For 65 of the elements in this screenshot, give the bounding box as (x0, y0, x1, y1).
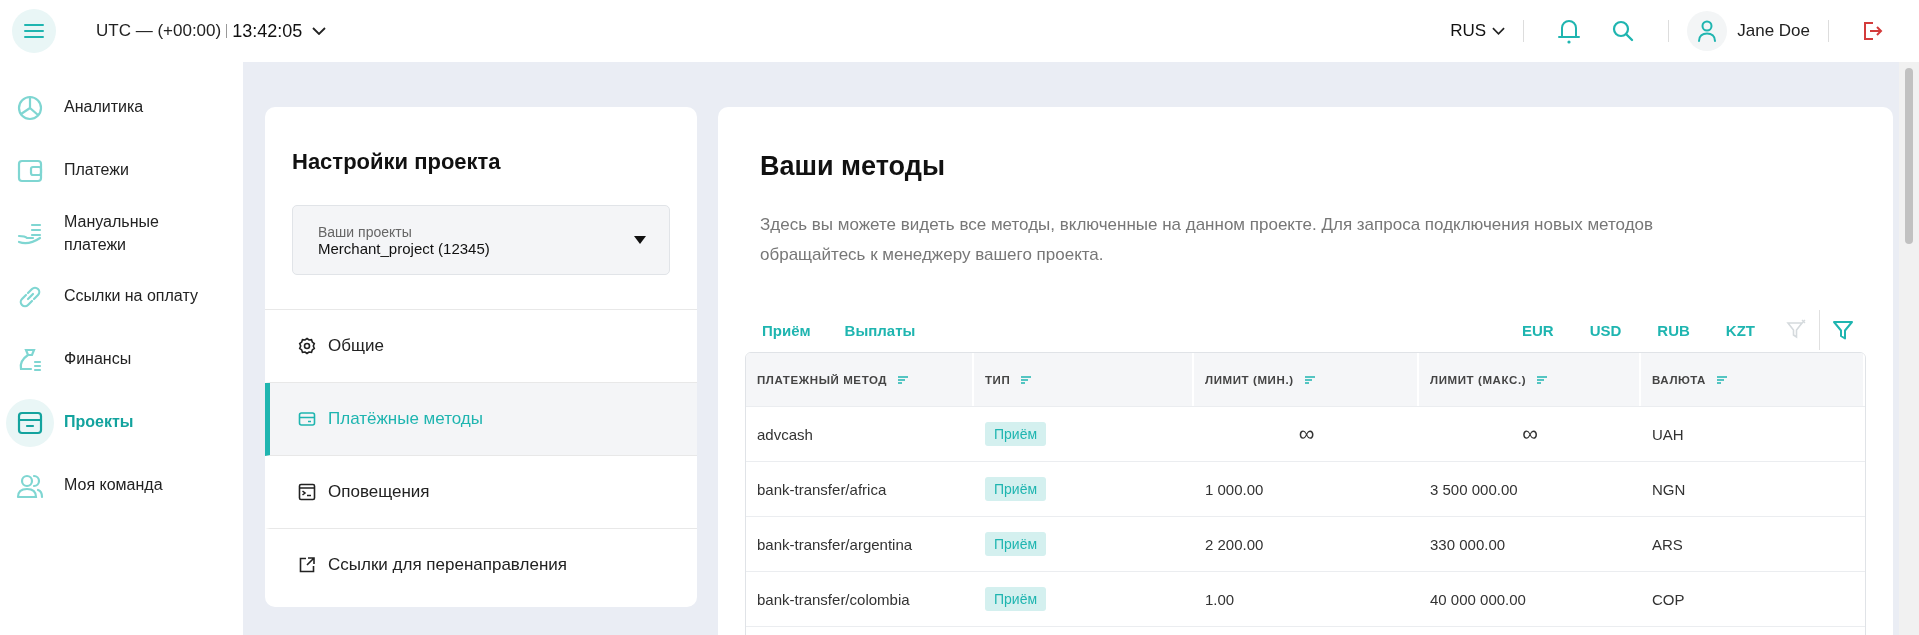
table-cell: 1.00 (1205, 590, 1235, 608)
clock-time: 13:42:05 (232, 20, 303, 42)
table-cell: advcash (757, 425, 813, 443)
table-cell: 2 200.00 (1205, 535, 1264, 553)
project-select[interactable]: Ваши проекты Merchant_project (12345) (292, 205, 670, 275)
table-cell: UAH (1652, 425, 1684, 443)
table-cell: 3 500 000.00 (1430, 480, 1518, 498)
user-avatar[interactable] (1687, 11, 1728, 51)
column-header[interactable]: ТИП (974, 353, 1194, 406)
clear-filter-icon[interactable] (1785, 319, 1807, 341)
type-tag: Приём (985, 422, 1047, 446)
sidebar-item[interactable]: Ссылки на оплату (0, 265, 243, 328)
scrollbar[interactable] (1899, 62, 1919, 635)
person-icon (1697, 20, 1718, 42)
sidebar-item[interactable]: Финансы (0, 328, 243, 391)
sort-icon[interactable] (1716, 374, 1729, 385)
sidebar-item[interactable]: Аналитика (0, 76, 243, 139)
column-header[interactable]: ЛИМИТ (МИН.) (1194, 353, 1419, 406)
table-cell: bank-transfer/colombia (757, 590, 910, 608)
chevron-down-icon (1492, 27, 1506, 35)
table-cell: 330 000.00 (1430, 535, 1506, 553)
column-header[interactable]: ВАЛЮТА (1641, 353, 1865, 406)
methods-title: Ваши методы (760, 151, 946, 182)
settings-menu-item[interactable]: Ссылки для перенаправления (265, 529, 697, 601)
menu-button[interactable] (12, 9, 56, 53)
table-cell: NGN (1652, 480, 1686, 498)
table-cell: 40 000 000.00 (1430, 590, 1526, 608)
dropdown-triangle-icon (634, 236, 646, 244)
settings-title: Настройки проекта (292, 149, 502, 175)
methods-description: Здесь вы можете видеть все методы, включенные на данном проекте. Для запроса подключения новых методов обращайтесь к менеджеру вашего проекта. (760, 214, 1655, 266)
sidebar-item[interactable]: Платежи (0, 139, 243, 202)
pie-chart-icon (16, 93, 44, 122)
menu-icon (24, 23, 44, 39)
sort-icon[interactable] (1536, 374, 1549, 385)
user-name[interactable]: Jane Doe (1737, 21, 1810, 41)
column-header[interactable]: ПЛАТЕЖНЫЙ МЕТОД (746, 353, 974, 406)
type-tag: Приём (985, 532, 1047, 556)
sort-icon[interactable] (1303, 374, 1316, 385)
terminal-icon (298, 483, 316, 501)
type-tag: Приём (985, 587, 1047, 611)
timezone-label: UTC — (+00:00) (96, 21, 222, 41)
table-cell: ARS (1652, 535, 1683, 553)
table-cell: bank-transfer/africa (757, 480, 887, 498)
search-icon[interactable] (1612, 20, 1635, 42)
chevron-down-icon[interactable] (312, 27, 327, 35)
table-cell: COP (1652, 590, 1685, 608)
table-cell: ∞ (1298, 421, 1315, 446)
sort-icon[interactable] (897, 374, 910, 385)
type-tag: Приём (985, 477, 1047, 501)
scrollbar-thumb[interactable] (1905, 68, 1913, 244)
card-icon (298, 410, 316, 428)
language-selector[interactable]: RUS (1450, 21, 1506, 41)
column-header[interactable]: ЛИМИТ (МАКС.) (1419, 353, 1641, 406)
sort-icon[interactable] (1020, 374, 1033, 385)
external-link-icon (298, 556, 316, 574)
table-cell: bank-transfer/argentina (757, 535, 913, 553)
sidebar-item[interactable]: Мануальные платежи (0, 202, 243, 265)
settings-menu-item[interactable]: Оповещения (265, 456, 697, 529)
table-cell: ∞ (1522, 421, 1538, 446)
logout-icon[interactable] (1863, 21, 1883, 41)
gear-icon (298, 337, 316, 355)
sidebar-item[interactable]: Моя команда (0, 454, 243, 517)
filter-icon[interactable] (1832, 319, 1854, 341)
table-cell: 1 000.00 (1205, 480, 1264, 498)
notification-bell-icon[interactable] (1558, 18, 1581, 44)
